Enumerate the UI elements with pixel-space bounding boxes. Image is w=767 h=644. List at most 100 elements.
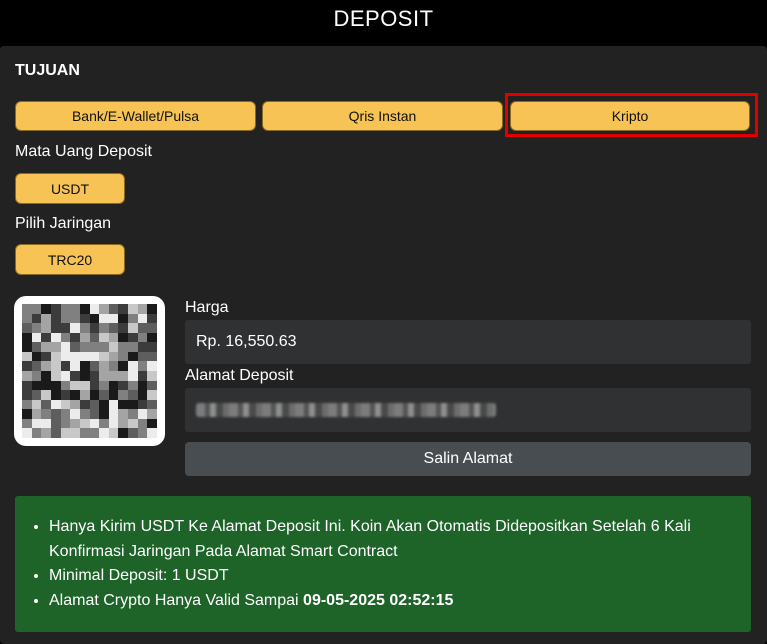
qr-pixel xyxy=(108,313,119,324)
qr-pixel xyxy=(70,390,80,400)
qr-pixel xyxy=(89,390,100,400)
qr-pixel xyxy=(79,418,90,429)
qr-pixel xyxy=(50,361,61,371)
qr-pixel xyxy=(89,304,100,314)
qr-pixel xyxy=(22,361,32,371)
qr-pixel xyxy=(60,428,71,438)
qr-pixel xyxy=(70,313,80,324)
qr-pixel xyxy=(137,380,148,391)
qr-pixel xyxy=(60,390,71,400)
valid-until-datetime: 09-05-2025 02:52:15 xyxy=(303,591,454,609)
qr-pixel xyxy=(108,323,119,333)
qr-pixel xyxy=(50,370,61,381)
currency-usdt-button[interactable]: USDT xyxy=(15,173,125,204)
qr-pixel xyxy=(41,361,51,371)
qr-pixel xyxy=(70,370,80,381)
qr-pixel xyxy=(108,332,119,343)
qr-pixel xyxy=(128,351,138,362)
qr-pixel xyxy=(70,380,80,391)
qr-pixel xyxy=(22,342,32,352)
qr-pixel xyxy=(108,370,119,381)
qr-pixel xyxy=(147,342,157,352)
qr-pixel xyxy=(60,399,71,410)
section-title: TUJUAN xyxy=(15,62,80,79)
qr-pixel xyxy=(31,323,42,333)
qr-pixel xyxy=(60,418,71,429)
qr-pixel xyxy=(41,351,51,362)
qr-pixel xyxy=(60,323,71,333)
qr-pixel xyxy=(128,342,138,352)
copy-address-button[interactable]: Salin Alamat xyxy=(185,442,751,476)
qr-pixel xyxy=(79,313,90,324)
qr-pixel xyxy=(50,313,61,324)
qr-pixel xyxy=(147,351,157,362)
qr-pixel xyxy=(147,361,157,371)
network-trc20-button[interactable]: TRC20 xyxy=(15,244,125,275)
qr-pixel xyxy=(99,418,109,429)
qr-pixel xyxy=(118,361,129,371)
qr-pixel xyxy=(147,409,157,419)
qr-pixel xyxy=(99,399,109,410)
qr-pixel xyxy=(31,418,42,429)
qr-pixel xyxy=(118,370,129,381)
qr-pixel xyxy=(108,380,119,391)
qr-pixel xyxy=(147,332,157,343)
qr-pixel xyxy=(50,332,61,343)
qr-pixel xyxy=(137,323,148,333)
qr-pixel xyxy=(31,399,42,410)
qr-pixel xyxy=(137,390,148,400)
qr-pixel xyxy=(41,399,51,410)
qr-pixel xyxy=(50,409,61,419)
qr-pixel xyxy=(89,342,100,352)
qr-pixel xyxy=(89,313,100,324)
qr-pixel xyxy=(79,351,90,362)
qr-pixel xyxy=(99,313,109,324)
qr-pixel xyxy=(128,409,138,419)
price-label: Harga xyxy=(185,299,229,316)
price-field: Rp. 16,550.63 xyxy=(185,320,751,364)
qr-pixel xyxy=(89,323,100,333)
qr-pixel xyxy=(118,351,129,362)
qr-pixel xyxy=(41,418,51,429)
qr-pixel xyxy=(79,304,90,314)
qr-pixel xyxy=(128,332,138,343)
method-bank-ewallet-pulsa-button[interactable]: Bank/E-Wallet/Pulsa xyxy=(15,101,256,131)
qr-pixel xyxy=(118,418,129,429)
qr-pixel xyxy=(79,409,90,419)
qr-pixel xyxy=(79,380,90,391)
qr-pixel xyxy=(22,370,32,381)
qr-pixel xyxy=(22,380,32,391)
qr-pixel xyxy=(50,390,61,400)
qr-pixel xyxy=(60,342,71,352)
qr-pixel xyxy=(70,332,80,343)
qr-pixel xyxy=(41,409,51,419)
qr-pixel xyxy=(60,409,71,419)
qr-pixel xyxy=(70,409,80,419)
qr-pixel xyxy=(137,428,148,438)
qr-pixel xyxy=(41,304,51,314)
qr-pixel xyxy=(108,351,119,362)
qr-pixel xyxy=(50,342,61,352)
qr-pixel xyxy=(70,361,80,371)
qr-pixel xyxy=(118,399,129,410)
qr-pixel xyxy=(99,304,109,314)
qr-pixel xyxy=(99,409,109,419)
qr-pixel xyxy=(60,332,71,343)
qr-pixel xyxy=(31,370,42,381)
qr-pixel xyxy=(41,390,51,400)
qr-pixel xyxy=(137,361,148,371)
qr-pixel xyxy=(50,351,61,362)
qr-pixel xyxy=(147,370,157,381)
address-field[interactable] xyxy=(185,388,751,432)
qr-pixel xyxy=(137,304,148,314)
qr-pixel xyxy=(79,361,90,371)
qr-pixel xyxy=(41,370,51,381)
qr-pixel xyxy=(137,418,148,429)
method-qris-instan-button[interactable]: Qris Instan xyxy=(262,101,503,131)
top-bar: DEPOSIT xyxy=(0,0,767,38)
qr-pixel xyxy=(22,323,32,333)
qr-pixel xyxy=(108,399,119,410)
qr-pixel xyxy=(60,380,71,391)
qr-pixel xyxy=(22,332,32,343)
qr-pixel xyxy=(118,342,129,352)
